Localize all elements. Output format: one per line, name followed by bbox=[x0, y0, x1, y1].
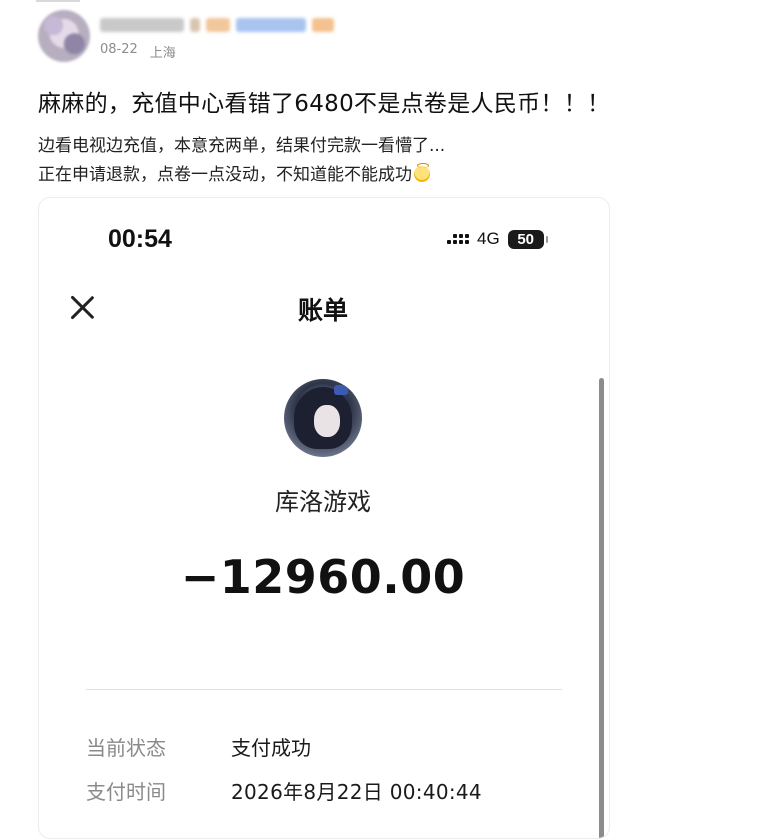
detail-row-status: 当前状态 支付成功 bbox=[86, 732, 311, 761]
embedded-bill-screenshot[interactable]: 00:54 4G 50 账单 库洛游戏 −12960.00 当前状态 支付成功 … bbox=[38, 197, 610, 839]
face-emoji-icon bbox=[414, 163, 430, 182]
status-bar-time: 00:54 bbox=[108, 225, 172, 253]
user-avatar[interactable] bbox=[38, 10, 90, 62]
top-divider bbox=[36, 0, 80, 2]
network-type: 4G bbox=[477, 229, 500, 248]
detail-label: 支付时间 bbox=[86, 780, 166, 804]
signal-dots-icon bbox=[447, 234, 469, 244]
detail-value: 2026年8月22日 00:40:44 bbox=[231, 780, 482, 804]
detail-label: 当前状态 bbox=[86, 736, 166, 760]
merchant-name: 库洛游戏 bbox=[275, 488, 371, 516]
payment-amount: −12960.00 bbox=[180, 550, 466, 604]
detail-value: 支付成功 bbox=[231, 736, 311, 760]
post-location: 上海 bbox=[149, 46, 176, 61]
post-text-line-2-text: 正在申请退款，点卷一点没动，不知道能不能成功 bbox=[38, 165, 412, 185]
post-text-line-2: 正在申请退款，点卷一点没动，不知道能不能成功 bbox=[38, 160, 430, 185]
bill-page-title: 账单 bbox=[297, 296, 348, 325]
divider bbox=[86, 689, 562, 690]
post-meta: 08-22 上海 bbox=[100, 42, 176, 61]
post-text-line-1: 边看电视边充值，本意充两单，结果付完款一看懵了... bbox=[38, 136, 446, 156]
post-title: 麻麻的，充值中心看错了6480不是点卷是人民币！！！ bbox=[38, 91, 611, 117]
scrollbar[interactable] bbox=[599, 378, 604, 838]
merchant-avatar bbox=[284, 379, 362, 457]
username-blurred[interactable] bbox=[100, 16, 334, 34]
status-bar-indicators: 4G 50 bbox=[447, 229, 548, 249]
battery-icon: 50 bbox=[507, 229, 548, 249]
battery-level: 50 bbox=[517, 230, 535, 248]
detail-row-time: 支付时间 2026年8月22日 00:40:44 bbox=[86, 776, 482, 805]
post-date: 08-22 bbox=[100, 42, 138, 57]
